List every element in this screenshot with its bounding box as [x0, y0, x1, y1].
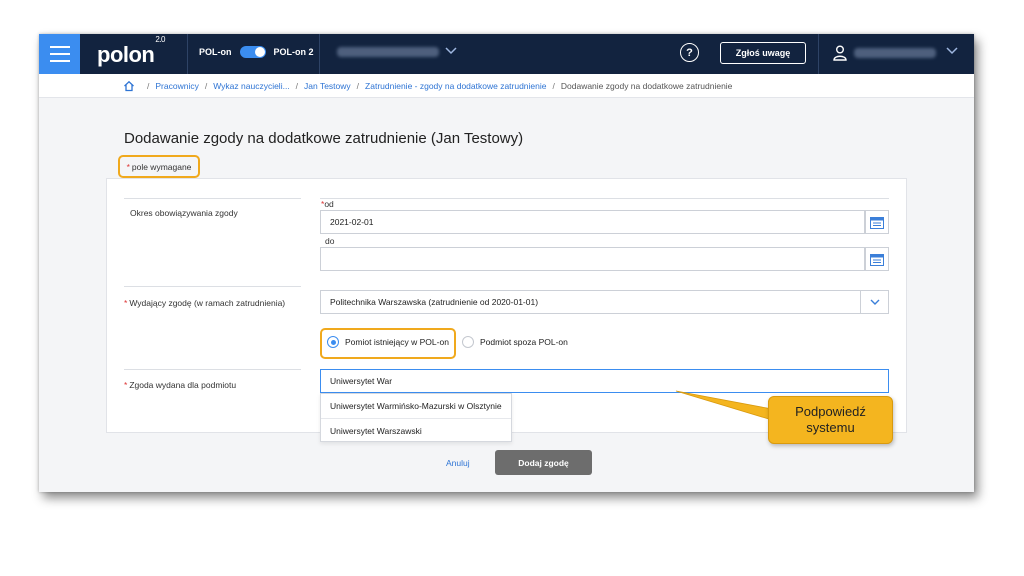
issuer-label-text: Wydający zgodę (w ramach zatrudnienia) [129, 298, 286, 308]
user-icon[interactable] [833, 45, 847, 61]
date-from-input[interactable]: 2021-02-01 [320, 210, 865, 234]
radio-existing-entity[interactable]: Pomiot istniejący w POL-on [327, 336, 449, 348]
breadcrumb-link[interactable]: Jan Testowy [304, 81, 351, 91]
user-name-blurred[interactable] [854, 48, 936, 58]
breadcrumb-link[interactable]: Wykaz nauczycieli... [213, 81, 289, 91]
date-to-input[interactable] [320, 247, 865, 271]
divider [124, 369, 301, 370]
from-label-text: od [324, 199, 334, 209]
entity-label-text: Zgoda wydana dla podmiotu [129, 380, 237, 390]
radio-external-entity[interactable]: Podmiot spoza POL-on [462, 336, 568, 348]
issuer-select[interactable]: Politechnika Warszawska (zatrudnienie od… [320, 290, 889, 314]
system-hint-callout: Podpowiedź systemu [768, 396, 893, 444]
radio-existing-label: Pomiot istniejący w POL-on [345, 337, 449, 347]
top-navigation-bar: polon2.0 POL-on POL-on 2 ? Zgłoś uwagę [39, 34, 974, 74]
required-marker: * [124, 380, 128, 390]
from-label: *od [321, 199, 334, 209]
divider [320, 198, 889, 199]
suggestion-option[interactable]: Uniwersytet Warmińsko-Mazurski w Olsztyn… [321, 394, 511, 418]
breadcrumb-current: Dodawanie zgody na dodatkowe zatrudnieni… [560, 80, 733, 91]
breadcrumb-separator: / [295, 80, 299, 91]
breadcrumb: / Pracownicy / Wykaz nauczycieli... / Ja… [39, 74, 974, 98]
breadcrumb-separator: / [552, 80, 555, 91]
chevron-down-icon[interactable] [860, 290, 889, 314]
help-icon[interactable]: ? [680, 43, 699, 62]
required-note-text: pole wymagane [131, 161, 192, 172]
institution-name-blurred[interactable] [337, 47, 439, 57]
cancel-link[interactable]: Anuluj [446, 458, 470, 468]
suggestions-dropdown: Uniwersytet Warmińsko-Mazurski w Olsztyn… [320, 393, 512, 442]
toggle-right-label: POL-on 2 [273, 47, 314, 57]
divider [187, 34, 188, 74]
logo-text: polon [97, 42, 155, 67]
divider [818, 34, 819, 74]
toggle-switch[interactable] [239, 46, 266, 58]
callout-line-1: Podpowiedź [795, 403, 866, 419]
add-consent-button[interactable]: Dodaj zgodę [495, 450, 592, 475]
calendar-icon[interactable] [865, 247, 889, 271]
entity-label: * Zgoda wydana dla podmiotu [124, 380, 236, 390]
to-label: do [325, 236, 335, 246]
radio-external-label: Podmiot spoza POL-on [480, 337, 568, 347]
chevron-down-icon[interactable] [946, 44, 958, 58]
suggestion-option[interactable]: Uniwersytet Warszawski [321, 418, 511, 442]
required-marker: * [126, 161, 130, 172]
callout-line-2: systemu [806, 420, 855, 435]
logo-version: 2.0 [155, 34, 165, 44]
logo[interactable]: polon2.0 [97, 35, 165, 68]
system-toggle[interactable]: POL-on POL-on 2 [199, 46, 314, 58]
divider [319, 34, 320, 74]
period-label: Okres obowiązywania zgody [130, 208, 238, 218]
help-glyph: ? [686, 46, 693, 59]
breadcrumb-link[interactable]: Pracownicy [155, 81, 198, 91]
chevron-down-icon[interactable] [445, 44, 457, 58]
entity-autocomplete-input[interactable]: Uniwersytet War [320, 369, 889, 393]
breadcrumb-separator: / [204, 80, 208, 91]
required-fields-note: * pole wymagane [118, 155, 200, 178]
divider [124, 198, 301, 199]
toggle-left-label: POL-on [199, 47, 232, 57]
issuer-select-value: Politechnika Warszawska (zatrudnienie od… [330, 297, 539, 307]
breadcrumb-separator: / [356, 80, 360, 91]
radio-selected-icon[interactable] [327, 336, 339, 348]
home-icon[interactable] [123, 80, 135, 92]
divider [124, 286, 301, 287]
calendar-icon[interactable] [865, 210, 889, 234]
radio-unselected-icon[interactable] [462, 336, 474, 348]
issuer-label: * Wydający zgodę (w ramach zatrudnienia) [124, 298, 285, 308]
breadcrumb-link[interactable]: Zatrudnienie - zgody na dodatkowe zatrud… [365, 81, 546, 91]
report-issue-button[interactable]: Zgłoś uwagę [720, 42, 806, 64]
breadcrumb-separator: / [147, 80, 150, 91]
page-title: Dodawanie zgody na dodatkowe zatrudnieni… [124, 130, 524, 147]
required-marker: * [124, 298, 128, 308]
menu-icon[interactable] [39, 34, 80, 74]
